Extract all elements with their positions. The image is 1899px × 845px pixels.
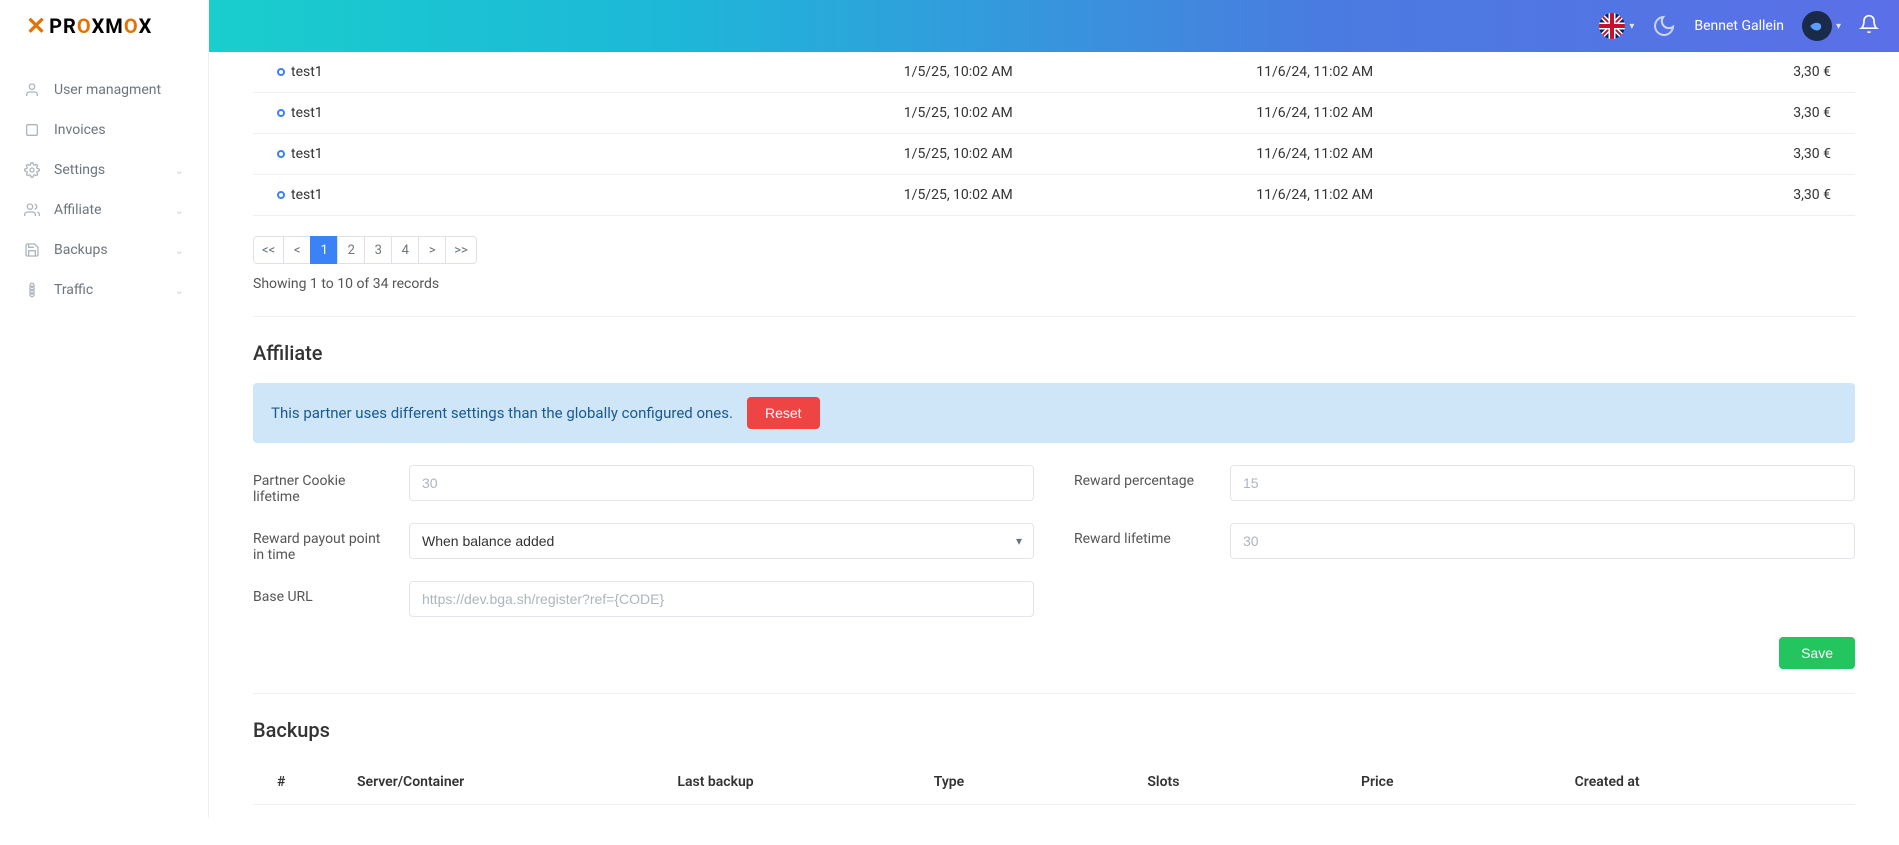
status-dot-icon bbox=[277, 150, 285, 158]
logo-area: ✕PROXMOX bbox=[0, 0, 209, 52]
chevron-down-icon: ▾ bbox=[1836, 21, 1841, 32]
sidebar: User managmentInvoicesSettings⌄Affiliate… bbox=[0, 52, 209, 818]
sidebar-item-label: Invoices bbox=[54, 122, 184, 138]
backups-title: Backups bbox=[253, 718, 1855, 742]
page-3[interactable]: 3 bbox=[364, 236, 392, 264]
row-price: 3,30 € bbox=[1599, 175, 1855, 216]
row-price: 3,30 € bbox=[1599, 52, 1855, 93]
row-date2: 11/6/24, 11:02 AM bbox=[1246, 175, 1598, 216]
topbar-right: ▾ Bennet Gallein ▾ bbox=[1599, 11, 1879, 41]
row-date2: 11/6/24, 11:02 AM bbox=[1246, 52, 1598, 93]
chevron-down-icon: ⌄ bbox=[175, 164, 184, 177]
divider bbox=[253, 316, 1855, 317]
reward-lifetime-input[interactable] bbox=[1230, 523, 1855, 559]
avatar bbox=[1802, 11, 1832, 41]
backup-column-header: Created at bbox=[1575, 774, 1831, 790]
page-4[interactable]: 4 bbox=[391, 236, 419, 264]
table-row[interactable]: test1 1/5/25, 10:02 AM11/6/24, 11:02 AM3,… bbox=[253, 175, 1855, 216]
page-next[interactable]: > bbox=[418, 236, 446, 264]
sidebar-item-label: Traffic bbox=[54, 282, 161, 298]
base-url-input[interactable] bbox=[409, 581, 1034, 617]
topbar: ✕PROXMOX ▾ Bennet Gallein ▾ bbox=[0, 0, 1899, 52]
user-icon bbox=[24, 82, 40, 98]
row-date1: 1/5/25, 10:02 AM bbox=[894, 93, 1246, 134]
backup-column-header: Slots bbox=[1147, 774, 1361, 790]
divider bbox=[253, 693, 1855, 694]
users-icon bbox=[24, 202, 40, 218]
gear-icon bbox=[24, 162, 40, 178]
backup-column-header: Server/Container bbox=[357, 774, 677, 790]
reward-percentage-label: Reward percentage bbox=[1074, 465, 1214, 489]
status-dot-icon bbox=[277, 68, 285, 76]
status-dot-icon bbox=[277, 191, 285, 199]
chevron-down-icon: ⌄ bbox=[175, 204, 184, 217]
backup-column-header: Type bbox=[934, 774, 1148, 790]
chevron-down-icon: ⌄ bbox=[175, 244, 184, 257]
reward-lifetime-label: Reward lifetime bbox=[1074, 523, 1214, 547]
page-1[interactable]: 1 bbox=[310, 236, 338, 264]
table-row[interactable]: test1 1/5/25, 10:02 AM11/6/24, 11:02 AM3,… bbox=[253, 93, 1855, 134]
backups-table-header: #Server/ContainerLast backupTypeSlotsPri… bbox=[253, 760, 1855, 805]
page-last[interactable]: >> bbox=[445, 236, 477, 264]
affiliate-alert: This partner uses different settings tha… bbox=[253, 383, 1855, 443]
row-name: test1 bbox=[291, 64, 323, 80]
sidebar-item-affiliate[interactable]: Affiliate ⌄ bbox=[0, 190, 208, 230]
language-selector[interactable]: ▾ bbox=[1599, 13, 1634, 39]
cookie-lifetime-label: Partner Cookie lifetime bbox=[253, 465, 393, 505]
row-price: 3,30 € bbox=[1599, 134, 1855, 175]
save-button[interactable]: Save bbox=[1779, 637, 1855, 669]
payout-point-label: Reward payout point in time bbox=[253, 523, 393, 563]
sidebar-item-invoices[interactable]: Invoices bbox=[0, 110, 208, 150]
data-table: test11/5/25, 10:02 AM11/6/24, 11:02 AM3,… bbox=[253, 52, 1855, 216]
user-menu[interactable]: ▾ bbox=[1802, 11, 1841, 41]
alert-text: This partner uses different settings tha… bbox=[271, 404, 733, 422]
pagination: <<<1234>>> bbox=[253, 236, 1855, 264]
row-date1: 1/5/25, 10:02 AM bbox=[894, 134, 1246, 175]
sidebar-item-backups[interactable]: Backups ⌄ bbox=[0, 230, 208, 270]
page-first[interactable]: << bbox=[253, 236, 284, 264]
backup-column-header: # bbox=[277, 774, 357, 790]
row-date2: 11/6/24, 11:02 AM bbox=[1246, 134, 1598, 175]
base-url-label: Base URL bbox=[253, 581, 393, 605]
sidebar-item-settings[interactable]: Settings ⌄ bbox=[0, 150, 208, 190]
sidebar-item-label: Affiliate bbox=[54, 202, 161, 218]
backup-column-header: Last backup bbox=[677, 774, 933, 790]
affiliate-form: Partner Cookie lifetime Reward percentag… bbox=[253, 465, 1855, 617]
logo[interactable]: ✕PROXMOX bbox=[26, 12, 152, 40]
sidebar-item-label: Settings bbox=[54, 162, 161, 178]
chevron-down-icon: ⌄ bbox=[175, 284, 184, 297]
sidebar-item-label: User managment bbox=[54, 82, 184, 98]
sidebar-item-label: Backups bbox=[54, 242, 161, 258]
page-2[interactable]: 2 bbox=[337, 236, 365, 264]
row-date2: 11/6/24, 11:02 AM bbox=[1246, 93, 1598, 134]
chevron-down-icon: ▾ bbox=[1629, 21, 1634, 32]
table-row[interactable]: test1 1/5/25, 10:02 AM11/6/24, 11:02 AM3,… bbox=[253, 52, 1855, 93]
sidebar-item-traffic[interactable]: Traffic ⌄ bbox=[0, 270, 208, 310]
reward-percentage-input[interactable] bbox=[1230, 465, 1855, 501]
username: Bennet Gallein bbox=[1694, 18, 1784, 34]
row-name: test1 bbox=[291, 187, 323, 203]
traffic-icon bbox=[24, 282, 40, 298]
dark-mode-toggle[interactable] bbox=[1652, 14, 1676, 38]
notifications-button[interactable] bbox=[1859, 14, 1879, 38]
invoice-icon bbox=[24, 122, 40, 138]
uk-flag-icon bbox=[1599, 13, 1625, 39]
payout-point-select[interactable]: When balance added bbox=[409, 523, 1034, 559]
affiliate-title: Affiliate bbox=[253, 341, 1855, 365]
status-dot-icon bbox=[277, 109, 285, 117]
save-icon bbox=[24, 242, 40, 258]
row-name: test1 bbox=[291, 146, 323, 162]
row-price: 3,30 € bbox=[1599, 93, 1855, 134]
sidebar-item-user-managment[interactable]: User managment bbox=[0, 70, 208, 110]
main-content: test11/5/25, 10:02 AM11/6/24, 11:02 AM3,… bbox=[209, 52, 1899, 845]
reset-button[interactable]: Reset bbox=[747, 397, 820, 429]
cookie-lifetime-input[interactable] bbox=[409, 465, 1034, 501]
row-name: test1 bbox=[291, 105, 323, 121]
row-date1: 1/5/25, 10:02 AM bbox=[894, 52, 1246, 93]
pagination-info: Showing 1 to 10 of 34 records bbox=[253, 276, 1855, 292]
row-date1: 1/5/25, 10:02 AM bbox=[894, 175, 1246, 216]
table-row[interactable]: test1 1/5/25, 10:02 AM11/6/24, 11:02 AM3,… bbox=[253, 134, 1855, 175]
page-prev[interactable]: < bbox=[283, 236, 311, 264]
backup-column-header: Price bbox=[1361, 774, 1575, 790]
